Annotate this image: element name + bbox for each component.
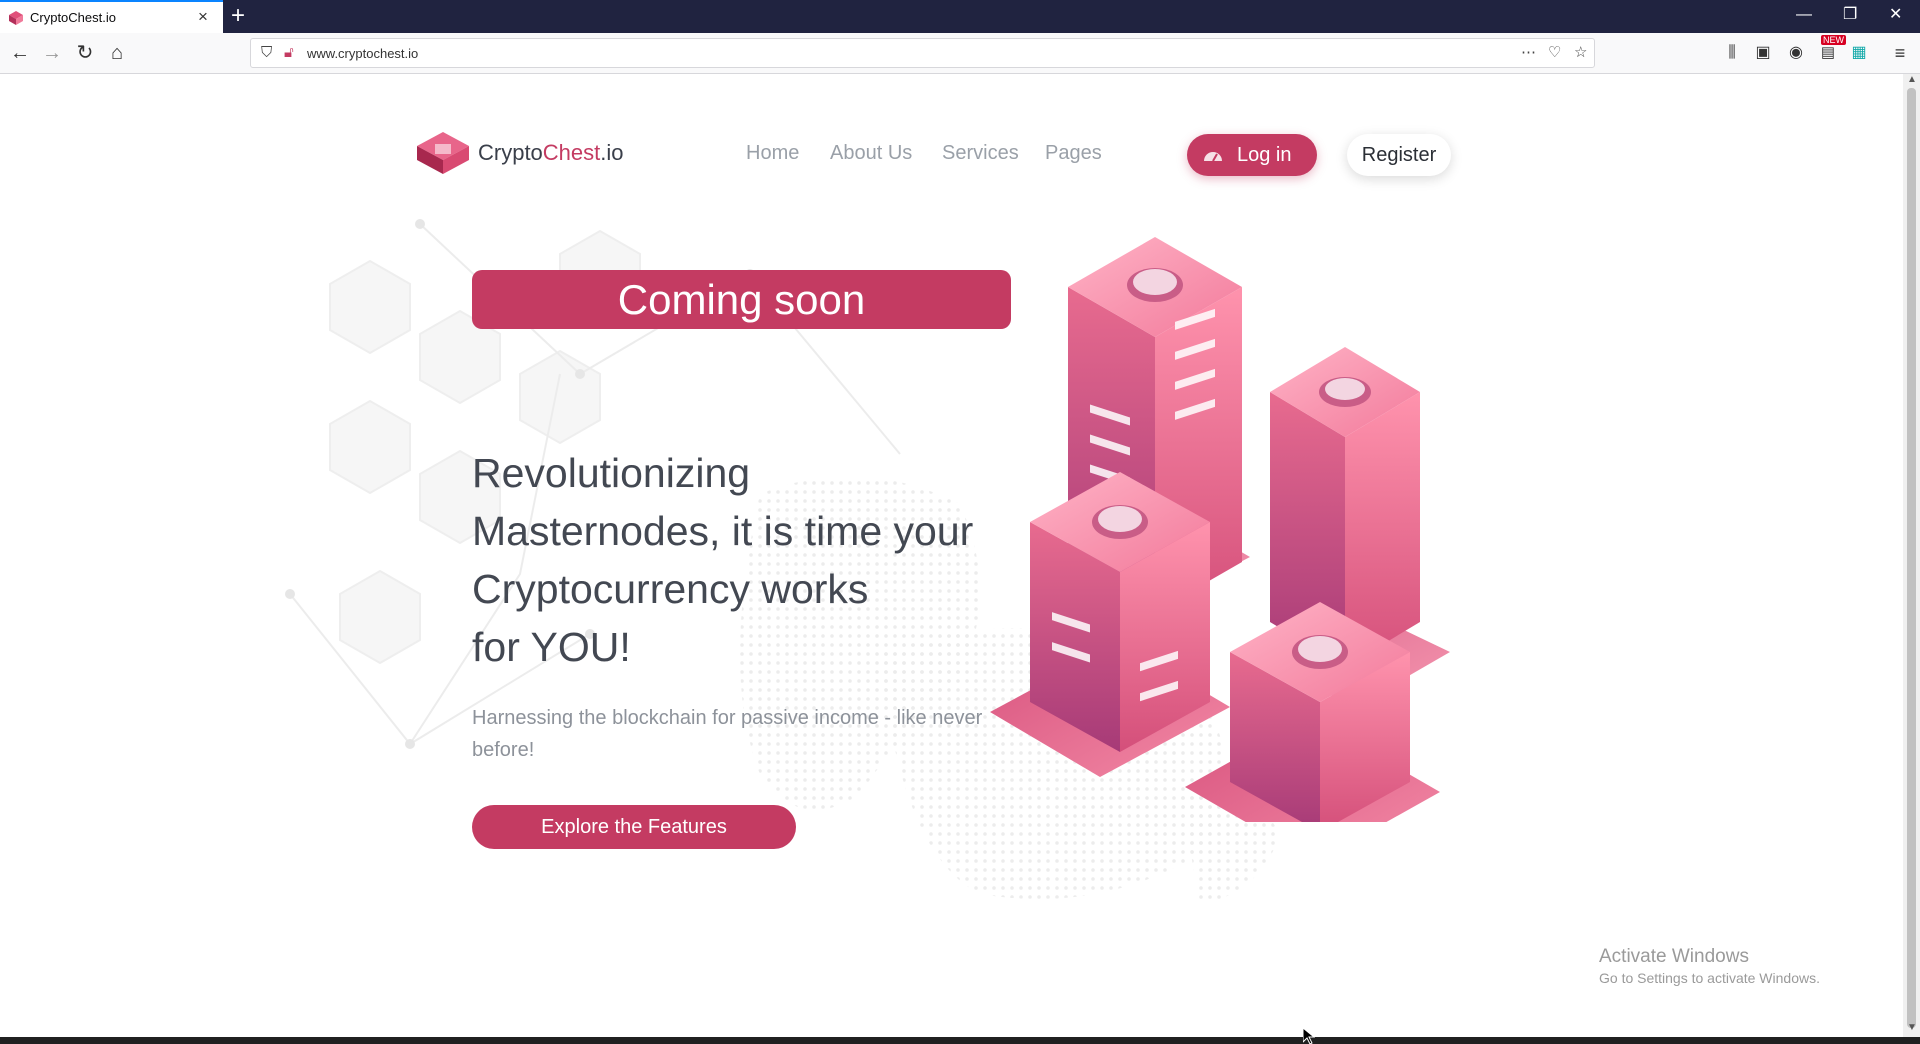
restore-icon[interactable]: ❐ bbox=[1843, 6, 1857, 24]
menu-icon[interactable]: ≡ bbox=[1889, 42, 1911, 64]
page-scrollbar[interactable]: ▲ ▼ bbox=[1903, 74, 1920, 1037]
insecure-lock-icon[interactable]: 🔓︎ bbox=[284, 44, 294, 62]
url-text[interactable]: www.cryptochest.io bbox=[307, 46, 418, 61]
sidebar-icon[interactable]: ▣ bbox=[1752, 42, 1774, 64]
taskbar-edge bbox=[0, 1037, 1920, 1044]
coming-soon-banner: Coming soon bbox=[472, 270, 1011, 329]
pocket-icon[interactable]: ♡ bbox=[1548, 44, 1561, 62]
headline-line: Cryptocurrency works bbox=[472, 566, 869, 612]
mouse-cursor-icon bbox=[1303, 1028, 1315, 1044]
new-tab-icon[interactable]: + bbox=[231, 4, 245, 28]
scrollbar-thumb[interactable] bbox=[1907, 88, 1916, 1028]
account-icon[interactable]: ◉ bbox=[1785, 42, 1807, 64]
windows-activation-watermark: Activate Windows Go to Settings to activ… bbox=[1599, 946, 1820, 986]
scroll-down-icon[interactable]: ▼ bbox=[1907, 1022, 1917, 1033]
minimize-icon[interactable]: — bbox=[1796, 6, 1812, 24]
explore-features-button[interactable]: Explore the Features bbox=[472, 805, 796, 849]
nav-pages[interactable]: Pages bbox=[1045, 142, 1102, 165]
new-badge: NEW bbox=[1821, 35, 1846, 45]
login-label: Log in bbox=[1237, 144, 1292, 166]
hero-subtext: Harnessing the blockchain for passive in… bbox=[472, 707, 983, 761]
home-icon[interactable]: ⌂ bbox=[106, 42, 128, 64]
site-favicon-icon bbox=[9, 11, 23, 25]
library-icon[interactable]: ⫼ bbox=[1721, 42, 1743, 64]
page-actions-icon[interactable]: ⋯ bbox=[1521, 44, 1536, 62]
tab-title: CryptoChest.io bbox=[30, 10, 116, 25]
save-extension-icon[interactable]: ▦ bbox=[1848, 42, 1870, 64]
back-icon[interactable]: ← bbox=[9, 42, 31, 64]
headline-line: Masternodes, it is time your bbox=[472, 508, 974, 554]
register-button[interactable]: Register bbox=[1347, 134, 1451, 176]
nav-about-us[interactable]: About Us bbox=[830, 142, 912, 165]
activate-title: Activate Windows bbox=[1599, 946, 1749, 967]
cube-logo-icon bbox=[417, 132, 469, 174]
address-bar[interactable]: ⛉ 🔓︎ www.cryptochest.io ⋯ ♡ ☆ bbox=[250, 38, 1595, 68]
logo-wordmark: CryptoChest.io bbox=[478, 140, 624, 165]
nav-home[interactable]: Home bbox=[746, 142, 799, 165]
shield-icon[interactable]: ⛉ bbox=[261, 44, 272, 62]
scroll-up-icon[interactable]: ▲ bbox=[1907, 74, 1917, 85]
server-stack-illustration bbox=[990, 237, 1450, 822]
forward-icon[interactable]: → bbox=[41, 42, 63, 64]
activate-subtitle: Go to Settings to activate Windows. bbox=[1599, 970, 1820, 986]
headline-line: for YOU! bbox=[472, 624, 631, 670]
browser-toolbar: ← → ↻ ⌂ ⛉ 🔓︎ www.cryptochest.io ⋯ ♡ ☆ ⫼ … bbox=[0, 33, 1920, 74]
tab-close-icon[interactable]: × bbox=[198, 8, 208, 26]
dashboard-gauge-icon bbox=[1204, 152, 1222, 162]
login-button[interactable]: Log in bbox=[1187, 134, 1317, 176]
reload-icon[interactable]: ↻ bbox=[74, 42, 96, 64]
window-close-icon[interactable]: ✕ bbox=[1889, 6, 1902, 24]
page-viewport: CryptoChest.io Home About Us Services Pa… bbox=[0, 74, 1903, 1037]
browser-tab-bar: CryptoChest.io × + — ❐ ✕ bbox=[0, 0, 1920, 33]
extension-icon[interactable]: ▤ bbox=[1817, 42, 1839, 64]
bookmark-star-icon[interactable]: ☆ bbox=[1574, 44, 1587, 62]
nav-services[interactable]: Services bbox=[942, 142, 1019, 165]
hero-headline: Revolutionizing Masternodes, it is time … bbox=[472, 444, 1012, 676]
headline-line: Revolutionizing bbox=[472, 450, 751, 496]
browser-tab[interactable]: CryptoChest.io × bbox=[0, 0, 223, 33]
